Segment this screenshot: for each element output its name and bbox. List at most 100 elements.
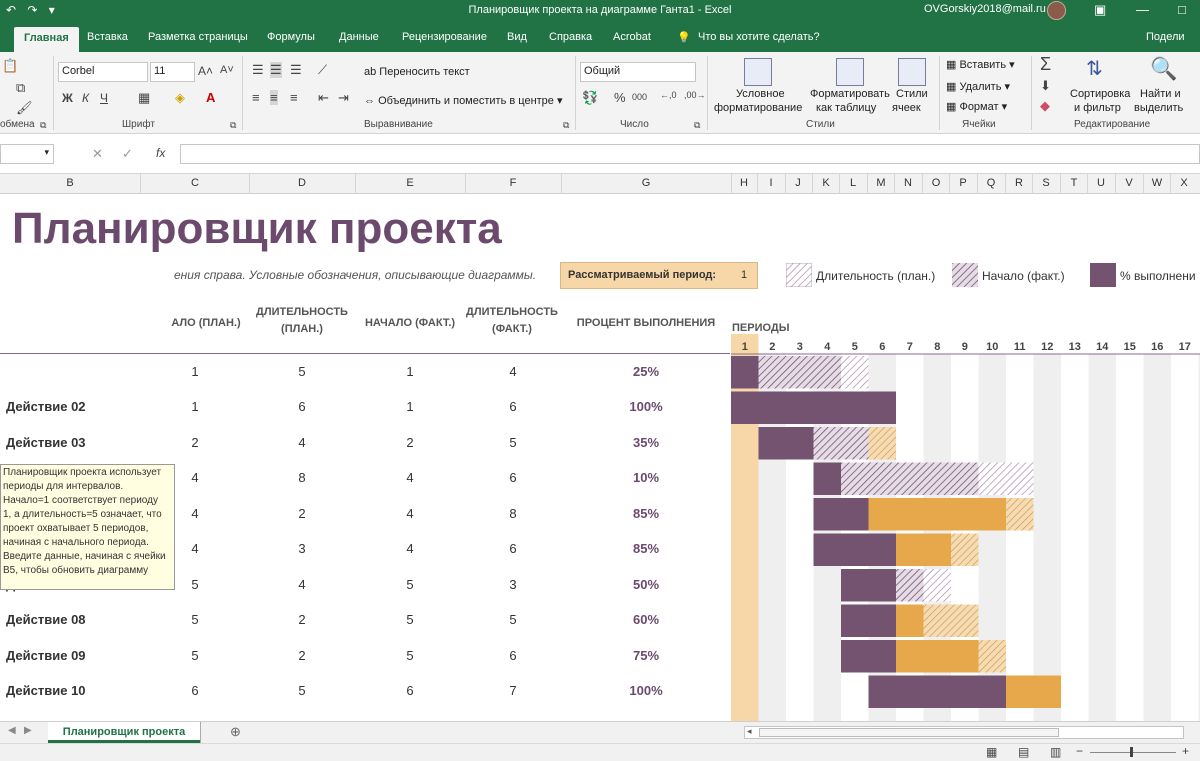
sort-filter-icon[interactable]: ⇅ [1086,56,1103,81]
duration-actual-cell[interactable]: 6 [483,470,543,485]
copy-icon[interactable]: ⧉ [16,80,25,96]
borders-icon[interactable]: ▦ [138,90,150,106]
increase-indent-icon[interactable]: ⇥ [338,90,349,106]
start-actual-cell[interactable]: 6 [380,683,440,698]
column-header-W[interactable]: W [1147,177,1167,189]
start-actual-cell[interactable]: 4 [380,541,440,556]
delete-cells-button[interactable]: ▦ Удалить ▾ [946,80,1010,93]
wrap-text-button[interactable]: ab Переносить текст [364,66,470,78]
duration-plan-cell[interactable]: 6 [272,399,332,414]
column-header-V[interactable]: V [1119,177,1139,189]
start-actual-cell[interactable]: 5 [380,612,440,627]
task-name-cell[interactable]: Действие 10 [6,683,86,698]
duration-actual-cell[interactable]: 6 [483,541,543,556]
duration-actual-cell[interactable]: 6 [483,399,543,414]
share-button[interactable]: Подели [1146,31,1185,43]
orientation-icon[interactable]: ⟋ [318,62,327,78]
tab-home[interactable]: Главная [14,27,79,52]
column-header-Q[interactable]: Q [981,177,1001,189]
align-top-icon[interactable]: ☰ [252,62,264,78]
task-name-cell[interactable]: Действие 02 [6,399,86,414]
sheet-tab-planner[interactable]: Планировщик проекта [48,722,200,743]
paste-icon[interactable]: 📋 [2,58,18,74]
add-sheet-icon[interactable]: ⊕ [230,724,241,740]
column-header-N[interactable]: N [898,177,918,189]
cell-styles-label-2[interactable]: ячеек [892,102,921,114]
duration-actual-cell[interactable]: 5 [483,612,543,627]
period-selector[interactable]: Рассматриваемый период: 1 [560,262,758,289]
duration-plan-cell[interactable]: 2 [272,612,332,627]
duration-plan-cell[interactable]: 4 [272,577,332,592]
tab-view[interactable]: Вид [507,31,527,43]
duration-plan-cell[interactable]: 2 [272,648,332,663]
bold-icon[interactable]: Ж [62,91,73,105]
tab-insert[interactable]: Вставка [87,31,128,43]
avatar[interactable] [1047,1,1066,20]
accounting-format-icon[interactable]: 💱 [582,90,598,106]
percent-complete-cell[interactable]: 75% [606,648,686,663]
start-plan-cell[interactable]: 1 [165,364,225,379]
start-actual-cell[interactable]: 1 [380,364,440,379]
ribbon-display-icon[interactable]: ▣ [1094,2,1106,18]
duration-actual-cell[interactable]: 5 [483,435,543,450]
align-center-icon[interactable]: ≡ [270,90,278,105]
italic-icon[interactable]: К [82,91,89,105]
horizontal-scrollbar[interactable]: ◂ [744,726,1184,739]
number-launcher-icon[interactable]: ⧉ [694,120,700,131]
fill-icon[interactable]: ⬇ [1040,78,1051,94]
conditional-formatting-label-2[interactable]: форматирование [714,102,802,114]
column-header-O[interactable]: O [926,177,946,189]
clipboard-launcher-icon[interactable]: ⧉ [40,120,46,131]
percent-complete-cell[interactable]: 10% [606,470,686,485]
duration-actual-cell[interactable]: 3 [483,577,543,592]
minimize-icon[interactable]: — [1136,2,1149,17]
page-break-view-icon[interactable]: ▥ [1050,745,1061,759]
format-as-table-label-2[interactable]: как таблицу [816,102,876,114]
column-header-G[interactable]: G [636,177,656,189]
tab-acrobat[interactable]: Acrobat [613,31,651,43]
align-middle-icon[interactable]: ☰ [270,62,282,78]
percent-complete-cell[interactable]: 100% [606,683,686,698]
column-header-C[interactable]: C [185,177,205,189]
insert-function-icon[interactable]: fx [156,146,165,160]
tab-data[interactable]: Данные [339,31,379,43]
find-select-label-2[interactable]: выделить [1134,102,1183,114]
column-header-X[interactable]: X [1174,177,1194,189]
next-sheet-icon[interactable]: ▶ [24,725,32,736]
clear-icon[interactable]: ◆ [1040,98,1050,114]
column-header-K[interactable]: K [816,177,836,189]
worksheet[interactable]: 1 2 3 4 5 6 7 8 9 10 11 12 13 14 15 16 17 Планировщик пр… [0,194,1200,721]
cell-styles-label-1[interactable]: Стили [896,88,928,100]
align-left-icon[interactable]: ≡ [252,90,260,105]
start-plan-cell[interactable]: 5 [165,612,225,627]
format-as-table-label-1[interactable]: Форматировать [810,88,890,100]
duration-plan-cell[interactable]: 4 [272,435,332,450]
column-header-T[interactable]: T [1064,177,1084,189]
duration-plan-cell[interactable]: 8 [272,470,332,485]
number-format-select[interactable]: Общий [580,62,696,82]
comma-style-icon[interactable]: 000 [632,92,647,102]
zoom-in-icon[interactable]: + [1182,744,1189,758]
align-bottom-icon[interactable]: ☰ [290,62,302,78]
shrink-font-icon[interactable]: A˅ [220,64,234,76]
name-box[interactable]: ▾ [0,144,54,164]
column-header-R[interactable]: R [1009,177,1029,189]
start-plan-cell[interactable]: 2 [165,435,225,450]
tab-page-layout[interactable]: Разметка страницы [148,31,248,43]
font-launcher-icon[interactable]: ⧉ [230,120,236,131]
percent-complete-cell[interactable]: 85% [606,506,686,521]
column-header-J[interactable]: J [788,177,808,189]
column-header-I[interactable]: I [761,177,781,189]
duration-plan-cell[interactable]: 5 [272,683,332,698]
start-actual-cell[interactable]: 4 [380,470,440,485]
task-name-cell[interactable]: Действие 03 [6,435,86,450]
scroll-left-icon[interactable]: ◂ [747,726,752,737]
sort-filter-label-2[interactable]: и фильтр [1074,102,1121,114]
merge-center-button[interactable]: ⇔ Объединить и поместить в центре ▾ [364,94,563,107]
tab-formulas[interactable]: Формулы [267,31,315,43]
start-actual-cell[interactable]: 2 [380,435,440,450]
align-right-icon[interactable]: ≡ [290,90,298,105]
column-header-M[interactable]: M [871,177,891,189]
fill-color-icon[interactable]: ◈ [175,90,185,106]
percent-complete-cell[interactable]: 35% [606,435,686,450]
